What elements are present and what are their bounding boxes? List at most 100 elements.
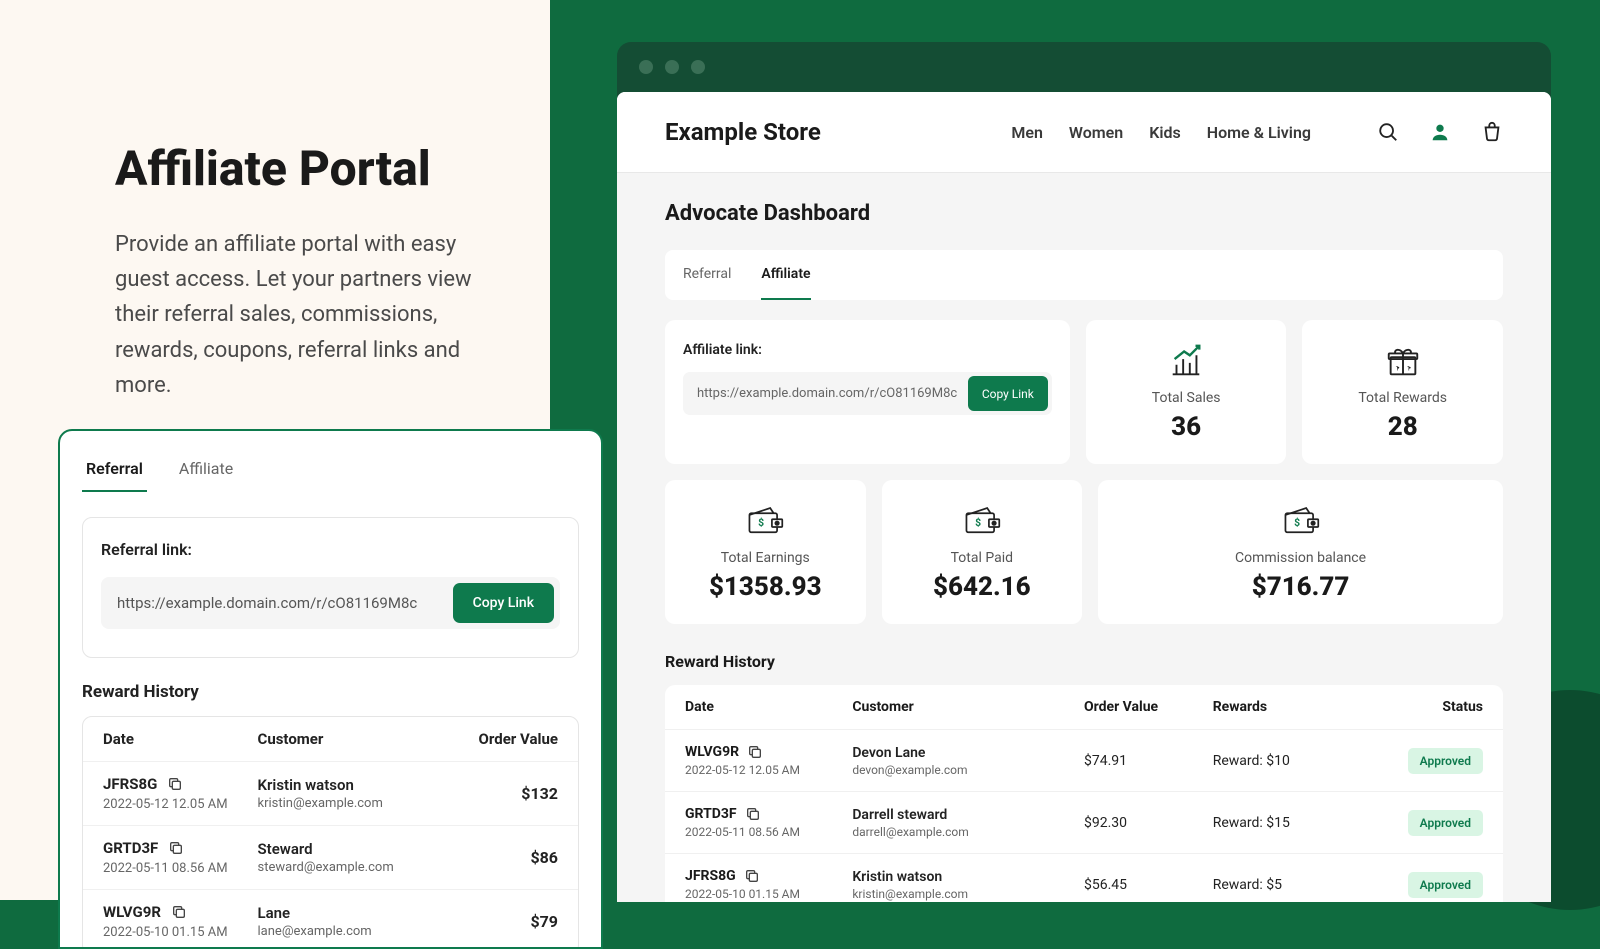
order-value: $92.30 (1084, 815, 1213, 831)
window-dot (691, 60, 705, 74)
order-value: $56.45 (1084, 877, 1213, 893)
stat-total-paid: $ Total Paid $642.16 (882, 480, 1083, 624)
reward-date: 2022-05-10 01.15 AM (103, 925, 258, 940)
col-rewards: Rewards (1213, 699, 1367, 715)
svg-text:$: $ (975, 516, 981, 529)
reward-date: 2022-05-11 08.56 AM (103, 861, 258, 876)
stat-value: $716.77 (1116, 572, 1485, 602)
dashboard-title: Advocate Dashboard (665, 201, 1503, 226)
wallet-icon: $ (963, 502, 1001, 540)
cart-icon[interactable] (1481, 121, 1503, 143)
reward-amount: Reward: $5 (1213, 877, 1367, 893)
referral-tabs: Referral Affiliate (82, 455, 579, 493)
col-date: Date (685, 699, 852, 715)
window-dot (665, 60, 679, 74)
stat-label: Commission balance (1116, 550, 1485, 566)
referral-link-input[interactable] (107, 584, 453, 622)
customer-name: Kristin watson (258, 776, 447, 794)
stat-commission-balance: $ Commission balance $716.77 (1098, 480, 1503, 624)
chart-up-icon (1167, 342, 1205, 380)
customer-name: Kristin watson (852, 869, 1084, 885)
browser-window: Example Store Men Women Kids Home & Livi… (617, 42, 1551, 902)
copy-icon[interactable] (171, 904, 187, 920)
stat-value: $1358.93 (683, 572, 848, 602)
customer-email: devon@example.com (852, 763, 1084, 777)
stat-label: Total Earnings (683, 550, 848, 566)
search-icon[interactable] (1377, 121, 1399, 143)
page-subtitle: Provide an affiliate portal with easy gu… (115, 227, 490, 403)
status-badge: Approved (1408, 810, 1483, 836)
order-value: $74.91 (1084, 753, 1213, 769)
col-date: Date (103, 730, 258, 748)
reward-code: JFRS8G (103, 775, 157, 793)
reward-amount: Reward: $15 (1213, 815, 1367, 831)
copy-link-button[interactable]: Copy Link (453, 583, 554, 623)
affiliate-link-card: Affiliate link: Copy Link (665, 320, 1070, 464)
svg-text:$: $ (758, 516, 764, 529)
reward-date: 2022-05-12 12.05 AM (685, 763, 852, 777)
col-customer: Customer (258, 730, 447, 748)
svg-text:$: $ (1294, 516, 1300, 529)
referral-card: Referral Affiliate Referral link: Copy L… (58, 429, 603, 949)
nav-home-living[interactable]: Home & Living (1207, 123, 1311, 142)
col-customer: Customer (852, 699, 1084, 715)
stat-value: $642.16 (900, 572, 1065, 602)
affiliate-link-label: Affiliate link: (683, 342, 1052, 358)
stat-total-earnings: $ Total Earnings $1358.93 (665, 480, 866, 624)
customer-name: Darrell steward (852, 807, 1084, 823)
copy-icon[interactable] (745, 806, 761, 822)
reward-date: 2022-05-12 12.05 AM (103, 797, 258, 812)
main-reward-history-table: Date Customer Order Value Rewards Status… (665, 685, 1503, 902)
main-reward-history-title: Reward History (665, 652, 1503, 671)
copy-icon[interactable] (168, 840, 184, 856)
referral-link-box: Referral link: Copy Link (82, 517, 579, 658)
order-value: $79 (446, 912, 558, 931)
nav-men[interactable]: Men (1011, 123, 1043, 142)
status-badge: Approved (1408, 748, 1483, 774)
tab-affiliate[interactable]: Affiliate (175, 455, 237, 492)
nav-kids[interactable]: Kids (1149, 123, 1181, 142)
customer-name: Lane (258, 904, 447, 922)
customer-email: lane@example.com (258, 924, 447, 939)
stat-value: 28 (1320, 412, 1485, 442)
reward-date: 2022-05-11 08.56 AM (685, 825, 852, 839)
customer-email: kristin@example.com (258, 796, 447, 811)
user-icon[interactable] (1429, 121, 1451, 143)
copy-link-button[interactable]: Copy Link (968, 376, 1048, 411)
copy-icon[interactable] (744, 868, 760, 884)
col-order-value: Order Value (1084, 699, 1213, 715)
store-name[interactable]: Example Store (665, 118, 821, 146)
store-nav: Men Women Kids Home & Living (1011, 121, 1503, 143)
customer-name: Devon Lane (852, 745, 1084, 761)
reward-date: 2022-05-10 01.15 AM (685, 887, 852, 901)
status-badge: Approved (1408, 872, 1483, 898)
copy-icon[interactable] (167, 776, 183, 792)
tab-affiliate[interactable]: Affiliate (761, 250, 810, 300)
customer-email: darrell@example.com (852, 825, 1084, 839)
referral-link-label: Referral link: (101, 540, 560, 559)
copy-icon[interactable] (747, 744, 763, 760)
stat-label: Total Sales (1104, 390, 1269, 406)
customer-name: Steward (258, 840, 447, 858)
stat-total-rewards: 11 Total Rewards 28 (1302, 320, 1503, 464)
dashboard-tabs: Referral Affiliate (665, 250, 1503, 300)
wallet-icon: $ (1282, 502, 1320, 540)
table-row: GRTD3F 2022-05-11 08.56 AMDarrell steward… (665, 792, 1503, 854)
customer-email: steward@example.com (258, 860, 447, 875)
reward-code: GRTD3F (685, 806, 737, 822)
affiliate-link-input[interactable] (687, 376, 968, 411)
stat-label: Total Rewards (1320, 390, 1485, 406)
table-row: JFRS8G 2022-05-12 12.05 AMKristin watson k… (83, 762, 578, 826)
tab-referral[interactable]: Referral (683, 250, 731, 300)
reward-history-title: Reward History (82, 682, 579, 702)
order-value: $86 (446, 848, 558, 867)
table-row: WLVG9R2022-05-12 12.05 AMDevon Lanedevon… (665, 730, 1503, 792)
wallet-icon: $ (746, 502, 784, 540)
nav-women[interactable]: Women (1069, 123, 1123, 142)
reward-history-table: Date Customer Order Value JFRS8G2022-05-… (82, 716, 579, 949)
gift-icon: 11 (1384, 342, 1422, 380)
tab-referral[interactable]: Referral (82, 455, 147, 492)
table-row: GRTD3F 2022-05-11 08.56 AMSteward steward@… (83, 826, 578, 890)
page-title: Affiliate Portal (115, 140, 490, 197)
reward-code: GRTD3F (103, 839, 158, 857)
